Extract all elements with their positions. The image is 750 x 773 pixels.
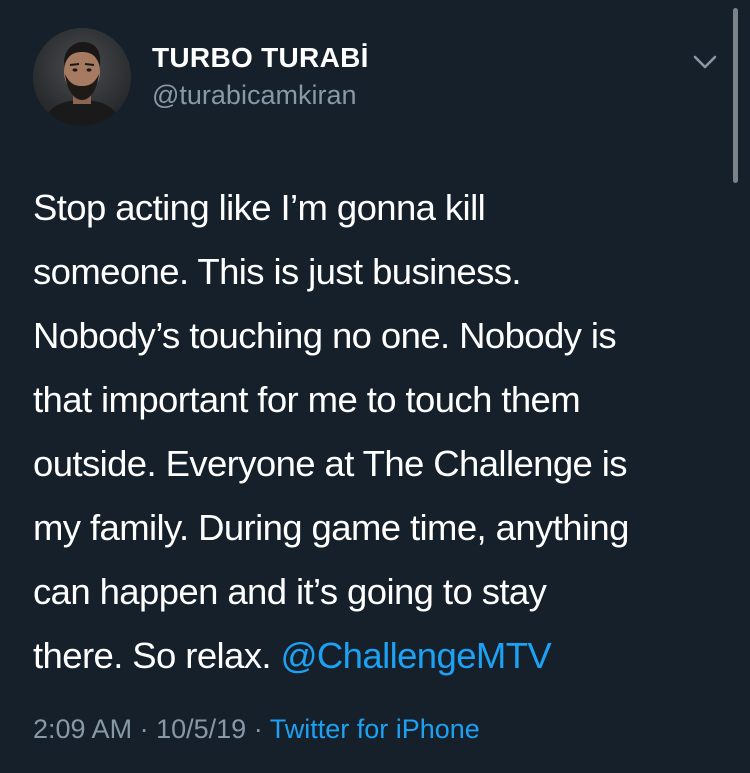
tweet-time: 2:09 AM bbox=[33, 714, 133, 744]
mention-link[interactable]: @ChallengeMTV bbox=[280, 635, 551, 676]
display-name[interactable]: TURBO TURABİ bbox=[152, 42, 369, 74]
avatar[interactable] bbox=[33, 28, 131, 126]
meta-separator: · bbox=[253, 714, 263, 744]
tweet-text-line: outside. Everyone at The Challenge is bbox=[33, 443, 628, 484]
tweet-date: 10/5/19 bbox=[156, 714, 247, 744]
tweet-text-line: that important for me to touch them bbox=[33, 379, 581, 420]
tweet-text-line-last: there. So relax. @ChallengeMTV bbox=[33, 624, 723, 688]
tweet-text-line: my family. During game time, anything bbox=[33, 507, 629, 548]
tweet-text-line: can happen and it’s going to stay bbox=[33, 571, 547, 612]
user-handle[interactable]: @turabicamkiran bbox=[152, 80, 356, 111]
tweet-text-line: Nobody’s touching no one. Nobody is bbox=[33, 315, 617, 356]
tweet-text-line: there. So relax. bbox=[33, 635, 272, 676]
scrollbar[interactable] bbox=[733, 8, 738, 183]
tweet-card: TURBO TURABİ @turabicamkiran Stop acting… bbox=[0, 0, 750, 773]
tweet-text: Stop acting like I’m gonna kill someone.… bbox=[33, 176, 723, 688]
profile-photo-icon bbox=[33, 28, 131, 126]
tweet-metadata: 2:09 AM · 10/5/19 · Twitter for iPhone bbox=[33, 714, 480, 745]
source-link[interactable]: Twitter for iPhone bbox=[270, 714, 480, 744]
chevron-down-icon[interactable] bbox=[690, 50, 720, 74]
meta-separator: · bbox=[139, 714, 149, 744]
tweet-text-line: someone. This is just business. bbox=[33, 251, 522, 292]
tweet-text-line: Stop acting like I’m gonna kill bbox=[33, 187, 486, 228]
